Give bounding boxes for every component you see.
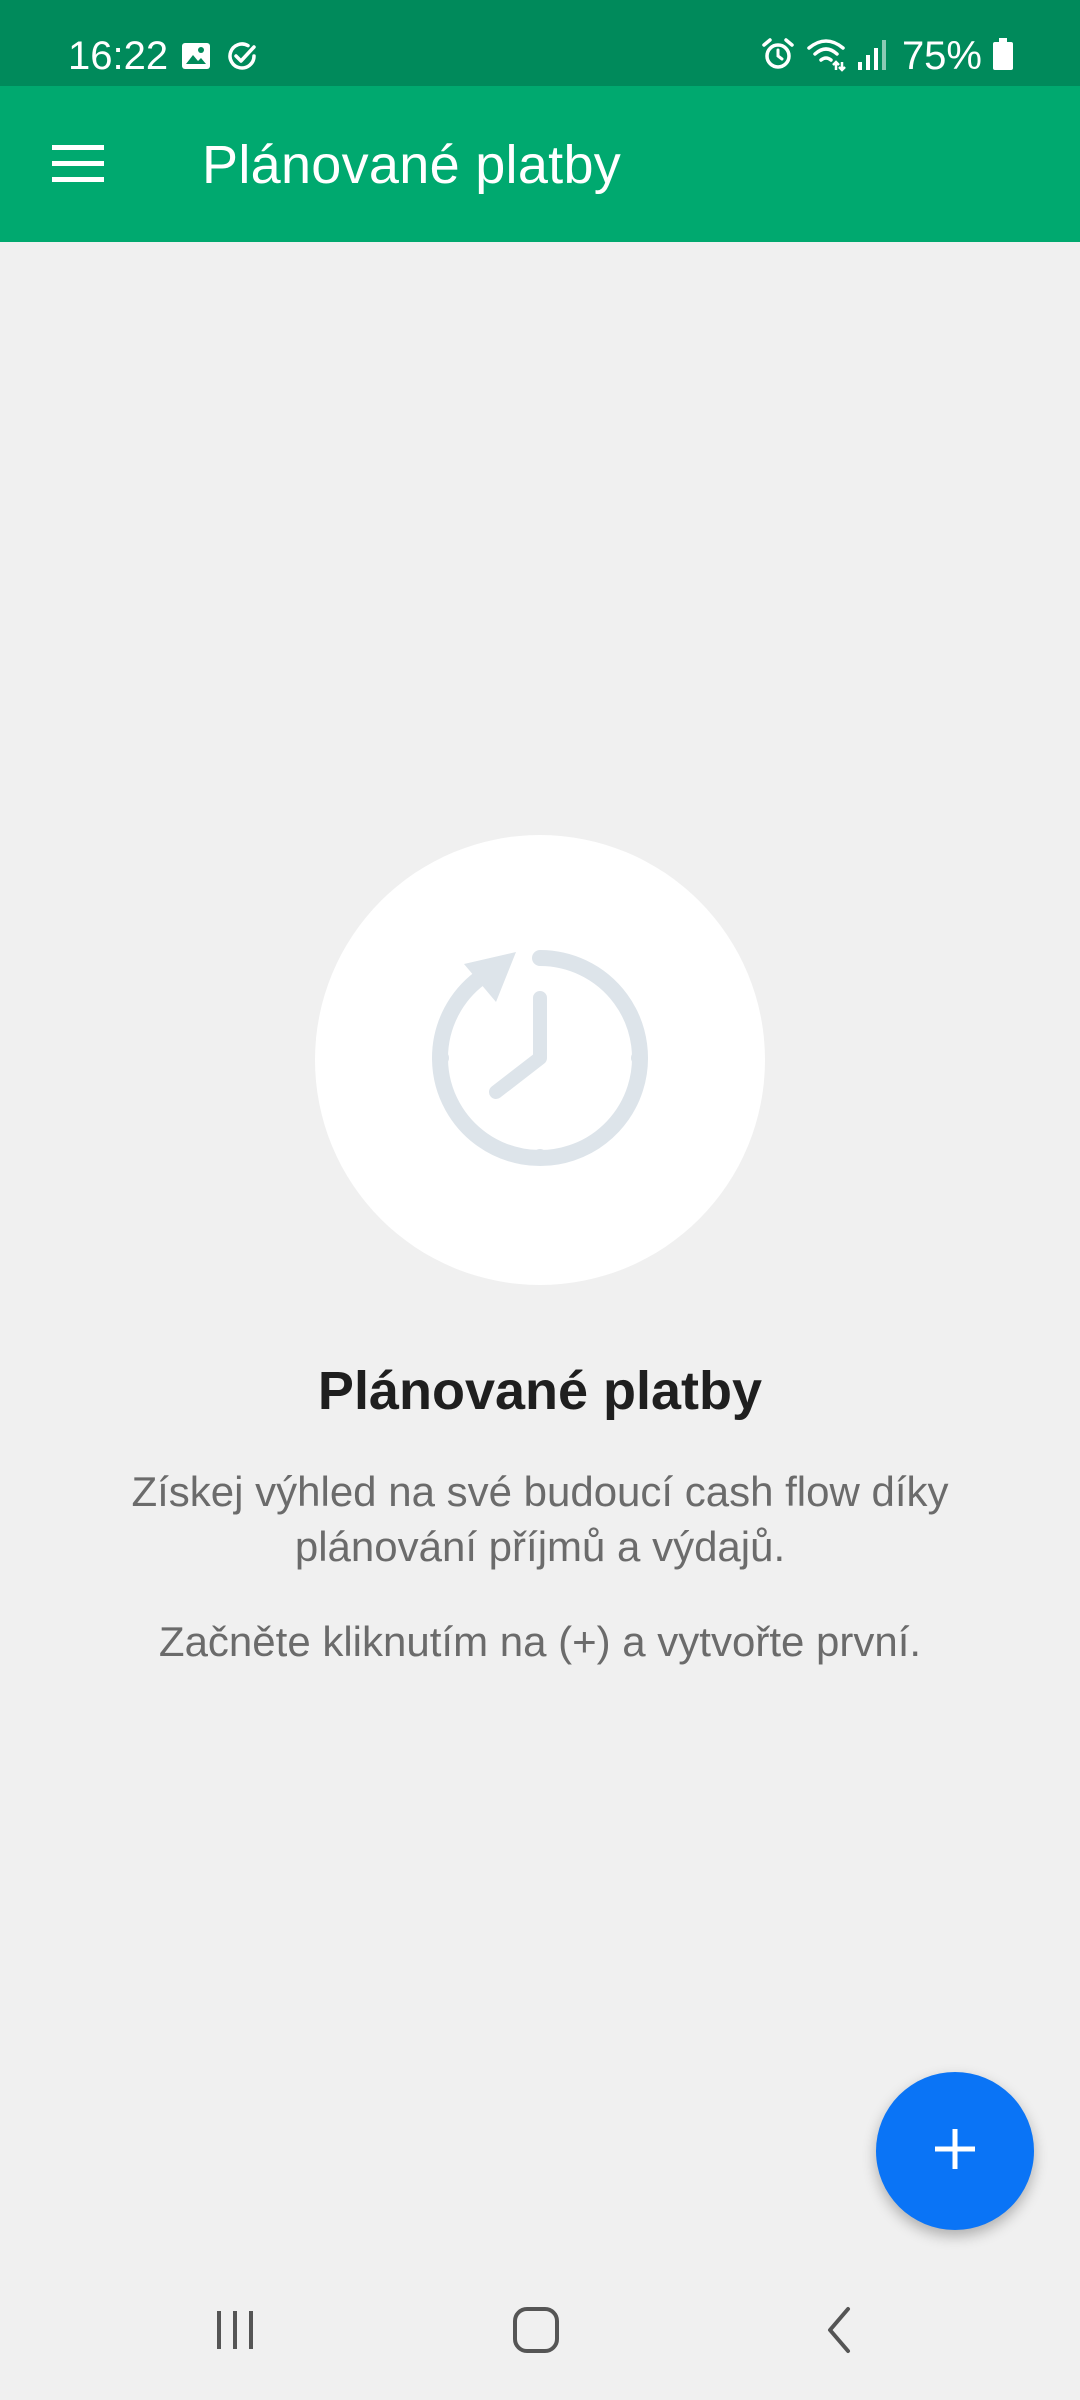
- battery-icon: [992, 36, 1014, 77]
- scheduled-clock-icon: [420, 938, 660, 1183]
- back-button[interactable]: [790, 2292, 890, 2372]
- check-circle-icon: [226, 40, 258, 77]
- plus-icon: [931, 2125, 979, 2178]
- recent-apps-button[interactable]: [185, 2292, 285, 2372]
- system-navigation-bar: [0, 2262, 1080, 2400]
- alarm-icon: [760, 36, 796, 77]
- signal-icon: [856, 36, 886, 77]
- screen: 16:22 75% Plánované platby Plánované pla…: [0, 0, 1080, 2400]
- status-time: 16:22: [68, 34, 169, 78]
- hamburger-menu-icon: [50, 143, 106, 190]
- app-bar: Plánované platby: [0, 86, 1080, 242]
- status-system-icons: 75%: [760, 30, 1014, 82]
- back-icon: [820, 2305, 860, 2360]
- battery-percent: 75%: [901, 34, 982, 78]
- add-scheduled-payment-button[interactable]: [876, 2072, 1034, 2230]
- image-icon: [180, 40, 212, 77]
- status-bar: 16:22 75%: [0, 0, 1080, 86]
- menu-button[interactable]: [30, 118, 126, 214]
- recent-apps-icon: [211, 2307, 259, 2358]
- page-title: Plánované platby: [202, 135, 622, 195]
- empty-state-illustration: [315, 835, 765, 1285]
- wifi-icon: [806, 36, 846, 77]
- home-button[interactable]: [486, 2292, 586, 2372]
- home-icon: [511, 2305, 561, 2360]
- empty-state-hint: Začněte kliknutím na (+) a vytvořte prvn…: [158, 1618, 922, 1665]
- empty-state-title: Plánované platby: [317, 1361, 763, 1421]
- empty-state-description: Získej výhled na své budoucí cash flow d…: [131, 1468, 949, 1570]
- status-notification-icons: [180, 40, 258, 77]
